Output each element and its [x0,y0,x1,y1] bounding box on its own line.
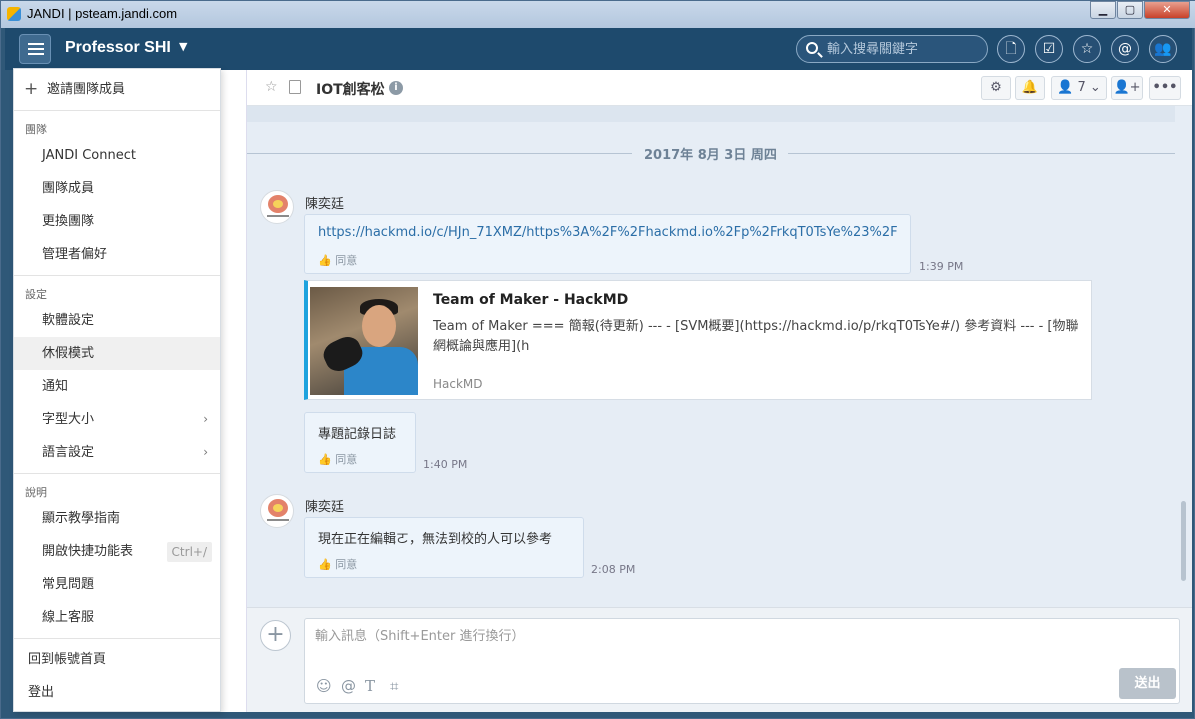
menu-item-notifications[interactable]: 通知 [14,370,220,403]
hamburger-menu-button[interactable] [19,34,51,64]
avatar[interactable] [260,190,294,224]
team-name[interactable]: Professor SHI [65,39,171,57]
message-timestamp: 2:08 PM [591,563,636,576]
topic-header: ☆ IOT創客松 i ⚙ 🔔 👤 7 ⌄ 👤+ ••• [247,70,1192,106]
link-preview-source: HackMD [433,377,483,391]
jandi-logo-icon [7,7,21,21]
message-bubble[interactable]: 專題記錄日誌 👍 同意 [304,412,416,473]
invite-user-button[interactable]: 👤+ [1111,76,1143,100]
message-bubble[interactable]: 現在正在編輯ㄛ，無法到校的人可以參考 👍 同意 [304,517,584,578]
message-list: 2017年 8月 3日 周四 陳奕廷 https://hackmd.io/c/H… [247,106,1192,607]
menu-item-switch-team[interactable]: 更換團隊 [14,205,220,238]
member-count-button[interactable]: 👤 7 ⌄ [1051,76,1107,100]
message-text: 現在正在編輯ㄛ，無法到校的人可以參考 [318,532,553,547]
menu-item-team-members[interactable]: 團隊成員 [14,172,220,205]
menu-item-app-settings[interactable]: 軟體設定 [14,304,220,337]
shortcut-badge: Ctrl+/ [166,542,212,562]
search-icon [806,42,818,54]
section-help-label: 說明 [25,486,47,499]
like-button[interactable]: 👍 同意 [318,451,357,467]
message-link[interactable]: https://hackmd.io/c/HJn_71XMZ/https%3A%2… [318,225,898,240]
message-timestamp: 1:40 PM [423,458,468,471]
message-author[interactable]: 陳奕廷 [305,496,344,515]
app-header: Professor SHI ▼ 🗋 ☑ ☆ @ 👥 [5,28,1192,70]
emoji-icon[interactable]: ☺ [316,677,332,695]
avatar[interactable] [260,494,294,528]
chevron-right-icon: › [203,445,208,459]
topic-name: IOT創客松 [316,82,385,98]
text-format-icon[interactable]: T [365,677,375,695]
menu-item-logout[interactable]: 登出 [14,676,220,709]
section-settings-label: 設定 [25,288,47,301]
link-preview-thumbnail [310,287,418,395]
menu-item-support[interactable]: 線上客服 [14,601,220,634]
link-preview-title[interactable]: Team of Maker - HackMD [433,292,628,308]
integration-button[interactable]: ⚙ [981,76,1011,100]
menu-item-faq[interactable]: 常見問題 [14,568,220,601]
date-label: 2017年 8月 3日 周四 [644,148,777,163]
crop-icon[interactable]: ⌗ [390,677,398,695]
previous-message-strip [247,106,1175,122]
more-options-button[interactable]: ••• [1149,76,1181,100]
search-box[interactable] [796,35,988,63]
maximize-button[interactable]: ▢ [1117,1,1143,19]
like-button[interactable]: 👍 同意 [318,252,357,268]
left-panel-edge [221,70,247,712]
menu-item-shortcuts[interactable]: 開啟快捷功能表 Ctrl+/ [14,535,220,568]
composer: + ☺ @ T ⌗ 送出 [247,607,1192,712]
menu-item-admin-prefs[interactable]: 管理者偏好 [14,238,220,271]
topic-info-doc-icon[interactable] [289,80,301,94]
menu-item-tutorial[interactable]: 顯示教學指南 [14,502,220,535]
chevron-down-icon: ⌄ [1089,80,1101,95]
attach-plus-button[interactable]: + [260,620,291,651]
close-button[interactable]: ✕ [1144,1,1190,19]
main-dropdown-menu: + 邀請團隊成員 團隊 JANDI Connect 團隊成員 更換團隊 管理者偏… [13,68,221,712]
info-icon[interactable]: i [389,81,403,95]
bell-icon[interactable]: 🔔 [1015,76,1045,100]
chevron-right-icon: › [203,412,208,426]
star-icon[interactable]: ☆ [1073,35,1101,63]
scrollbar[interactable] [1181,501,1186,581]
message-text: 專題記錄日誌 [318,427,397,442]
date-divider: 2017年 8月 3日 周四 [247,143,1175,163]
message-input-box[interactable]: ☺ @ T ⌗ 送出 [304,618,1180,704]
link-preview-card[interactable]: Team of Maker - HackMD Team of Maker ===… [304,280,1092,400]
message-author[interactable]: 陳奕廷 [305,193,344,212]
menu-item-vacation-mode[interactable]: 休假模式 [14,337,220,370]
message-input[interactable] [315,625,1095,655]
like-button[interactable]: 👍 同意 [318,556,357,572]
message-bubble[interactable]: https://hackmd.io/c/HJn_71XMZ/https%3A%2… [304,214,911,274]
menu-item-font-size[interactable]: 字型大小 › [14,403,220,436]
members-icon[interactable]: 👥 [1149,35,1177,63]
section-team-label: 團隊 [25,123,47,136]
menu-item-jandi-connect[interactable]: JANDI Connect [14,139,220,172]
link-preview-description: Team of Maker === 簡報(待更新) --- - [SVM概要](… [433,319,1079,354]
menu-item-account-home[interactable]: 回到帳號首頁 [14,643,220,676]
minimize-button[interactable]: ▁ [1090,1,1116,19]
send-button[interactable]: 送出 [1119,668,1176,699]
invite-members-item[interactable]: + 邀請團隊成員 [14,73,220,106]
mention-icon[interactable]: @ [341,677,356,695]
menu-item-language[interactable]: 語言設定 › [14,436,220,469]
title-bar: JANDI | psteam.jandi.com ▁ ▢ ✕ [1,1,1195,28]
plus-icon: + [24,79,39,99]
chevron-down-icon[interactable]: ▼ [179,40,187,53]
star-icon[interactable]: ☆ [265,79,278,95]
user-icon: 👤 [1057,80,1074,95]
mention-icon[interactable]: @ [1111,35,1139,63]
search-input[interactable] [827,40,977,58]
file-icon[interactable]: 🗋 [997,35,1025,63]
calendar-check-icon[interactable]: ☑ [1035,35,1063,63]
message-timestamp: 1:39 PM [919,260,964,273]
app-window: JANDI | psteam.jandi.com ▁ ▢ ✕ Professor… [0,0,1195,719]
window-title: JANDI | psteam.jandi.com [27,6,178,21]
